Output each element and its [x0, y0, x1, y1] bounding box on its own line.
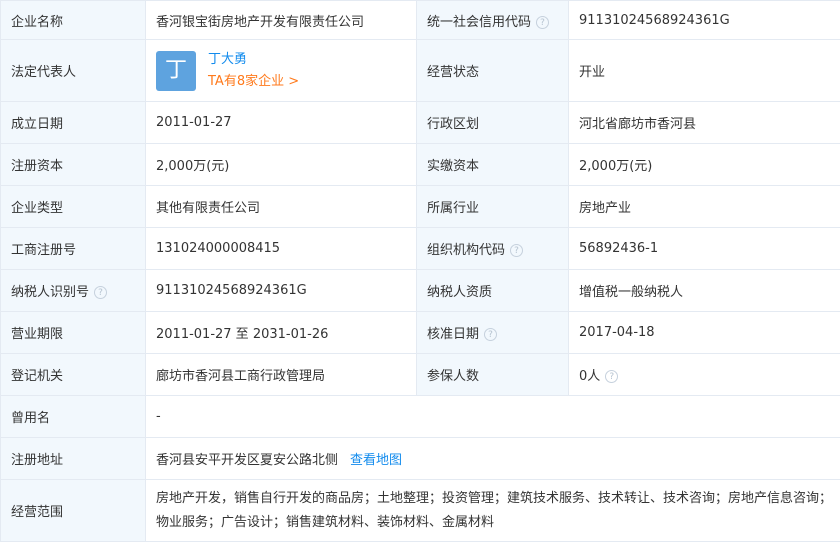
credit-code-label: 统一社会信用代码? [416, 0, 569, 40]
question-circle-icon[interactable]: ? [94, 286, 108, 299]
table-row: 注册地址 香河县安平开发区夏安公路北侧 查看地图 [0, 437, 840, 480]
registration-authority-value: 廊坊市香河县工商行政管理局 [145, 353, 417, 396]
admin-region-value: 河北省廊坊市香河县 [568, 101, 840, 144]
former-name-label: 曾用名 [0, 395, 146, 438]
table-row: 登记机关 廊坊市香河县工商行政管理局 参保人数 0人? [0, 353, 840, 396]
taxpayer-id-label-text: 纳税人识别号 [11, 285, 90, 300]
paid-capital-label: 实缴资本 [416, 143, 569, 186]
approval-date-label: 核准日期? [416, 311, 569, 354]
registered-address-value: 香河县安平开发区夏安公路北侧 查看地图 [145, 437, 840, 480]
org-code-label-text: 组织机构代码 [427, 243, 506, 258]
table-row: 企业名称 香河银宝街房地产开发有限责任公司 统一社会信用代码? 91131024… [0, 0, 840, 40]
table-row: 经营范围 房地产开发，销售自行开发的商品房；土地整理；投资管理；建筑技术服务、技… [0, 479, 840, 542]
business-scope-value: 房地产开发，销售自行开发的商品房；土地整理；投资管理；建筑技术服务、技术转让、技… [145, 479, 840, 542]
table-row: 纳税人识别号? 91131024568924361G 纳税人资质 增值税一般纳税… [0, 269, 840, 312]
legal-rep-companies-link[interactable]: TA有8家企业 > [208, 73, 299, 91]
legal-rep-label: 法定代表人 [0, 39, 146, 102]
table-row: 成立日期 2011-01-27 行政区划 河北省廊坊市香河县 [0, 101, 840, 144]
table-row: 企业类型 其他有限责任公司 所属行业 房地产业 [0, 185, 840, 228]
table-row: 曾用名 - [0, 395, 840, 438]
registration-authority-label: 登记机关 [0, 353, 146, 396]
admin-region-label: 行政区划 [416, 101, 569, 144]
legal-rep-value: 丁 丁大勇 TA有8家企业 > [145, 39, 417, 102]
registration-number-label: 工商注册号 [0, 227, 146, 270]
taxpayer-id-value: 91131024568924361G [145, 269, 417, 312]
table-row: 营业期限 2011-01-27 至 2031-01-26 核准日期? 2017-… [0, 311, 840, 354]
approval-date-label-text: 核准日期 [427, 327, 480, 342]
taxpayer-qualification-label: 纳税人资质 [416, 269, 569, 312]
org-code-label: 组织机构代码? [416, 227, 569, 270]
company-info-table: 企业名称 香河银宝街房地产开发有限责任公司 统一社会信用代码? 91131024… [0, 0, 840, 542]
table-row: 注册资本 2,000万(元) 实缴资本 2,000万(元) [0, 143, 840, 186]
taxpayer-qualification-value: 增值税一般纳税人 [568, 269, 840, 312]
taxpayer-id-label: 纳税人识别号? [0, 269, 146, 312]
former-name-value: - [145, 395, 840, 438]
established-date-value: 2011-01-27 [145, 101, 417, 144]
business-scope-label: 经营范围 [0, 479, 146, 542]
business-status-label: 经营状态 [416, 39, 569, 102]
industry-value: 房地产业 [568, 185, 840, 228]
insured-count-label: 参保人数 [416, 353, 569, 396]
org-code-value: 56892436-1 [568, 227, 840, 270]
registration-number-value: 131024000008415 [145, 227, 417, 270]
view-map-link[interactable]: 查看地图 [350, 453, 402, 468]
paid-capital-value: 2,000万(元) [568, 143, 840, 186]
company-type-value: 其他有限责任公司 [145, 185, 417, 228]
question-circle-icon[interactable]: ? [510, 244, 524, 257]
registered-capital-value: 2,000万(元) [145, 143, 417, 186]
credit-code-label-text: 统一社会信用代码 [427, 14, 532, 30]
table-row: 法定代表人 丁 丁大勇 TA有8家企业 > 经营状态 开业 [0, 39, 840, 102]
registered-address-text: 香河县安平开发区夏安公路北侧 [156, 453, 339, 468]
business-term-label: 营业期限 [0, 311, 146, 354]
established-date-label: 成立日期 [0, 101, 146, 144]
question-circle-icon[interactable]: ? [484, 328, 498, 341]
question-circle-icon[interactable]: ? [536, 15, 550, 29]
industry-label: 所属行业 [416, 185, 569, 228]
company-type-label: 企业类型 [0, 185, 146, 228]
credit-code-value: 91131024568924361G [568, 0, 840, 40]
business-term-value: 2011-01-27 至 2031-01-26 [145, 311, 417, 354]
registered-address-label: 注册地址 [0, 437, 146, 480]
company-name-value: 香河银宝街房地产开发有限责任公司 [145, 0, 417, 40]
approval-date-value: 2017-04-18 [568, 311, 840, 354]
question-circle-icon[interactable]: ? [605, 370, 619, 383]
business-status-value: 开业 [568, 39, 840, 102]
company-name-label: 企业名称 [0, 0, 146, 40]
avatar[interactable]: 丁 [156, 50, 196, 91]
legal-rep-name-link[interactable]: 丁大勇 [208, 51, 299, 69]
insured-count-text: 0人 [579, 369, 601, 384]
insured-count-value: 0人? [568, 353, 840, 396]
table-row: 工商注册号 131024000008415 组织机构代码? 56892436-1 [0, 227, 840, 270]
registered-capital-label: 注册资本 [0, 143, 146, 186]
